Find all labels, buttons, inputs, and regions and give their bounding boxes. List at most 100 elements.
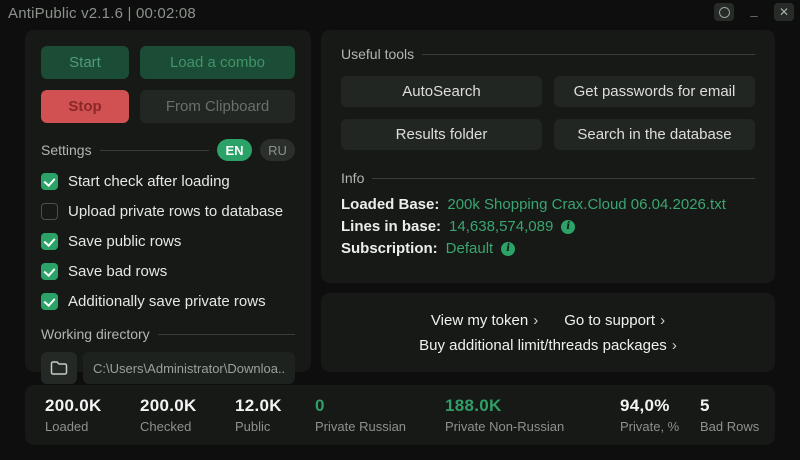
settings-label: Settings [41, 142, 92, 158]
folder-icon [50, 360, 68, 376]
divider [372, 178, 755, 179]
results-folder-button[interactable]: Results folder [341, 119, 542, 150]
working-directory-header: Working directory [41, 326, 295, 342]
links-row-2: Buy additional limit/threads packages › [419, 337, 677, 354]
info-header: Info [341, 170, 755, 186]
chevron-right-icon: › [533, 312, 538, 329]
checkbox-box[interactable] [41, 203, 58, 220]
app-title: AntiPublic v2.1.6 | 00:02:08 [8, 5, 196, 22]
settings-checkboxes: Start check after loading Upload private… [41, 173, 295, 310]
stat-private-non-russian: 188.0K Private Non-Russian [445, 396, 620, 434]
buy-packages-link[interactable]: Buy additional limit/threads packages › [419, 337, 677, 354]
stat-label: Private, % [620, 419, 700, 434]
stat-private-russian: 0 Private Russian [315, 396, 445, 434]
circle-button[interactable] [714, 3, 734, 21]
checkbox-box[interactable] [41, 293, 58, 310]
lines-in-base-value: 14,638,574,089 [449, 218, 553, 235]
divider [422, 54, 755, 55]
useful-tools-label: Useful tools [341, 46, 414, 62]
checkbox-upload-private-rows[interactable]: Upload private rows to database [41, 203, 295, 220]
start-button[interactable]: Start [41, 46, 129, 79]
minimize-icon: _ [750, 3, 757, 18]
lines-in-base-row: Lines in base: 14,638,574,089 i [341, 218, 755, 235]
checkbox-save-public-rows[interactable]: Save public rows [41, 233, 295, 250]
window-controls: _ ✕ [714, 3, 794, 21]
checkbox-label: Upload private rows to database [68, 203, 283, 220]
settings-header: Settings EN RU [41, 139, 295, 161]
stat-private-percent: 94,0% Private, % [620, 396, 700, 434]
control-panel: Start Load a combo Stop From Clipboard S… [25, 30, 311, 372]
checkbox-start-check-after-loading[interactable]: Start check after loading [41, 173, 295, 190]
stat-value: 200.0K [140, 396, 235, 416]
minimize-button[interactable]: _ [744, 3, 764, 21]
checkbox-box[interactable] [41, 173, 58, 190]
loaded-base-value: 200k Shopping Crax.Cloud 06.04.2026.txt [447, 196, 726, 213]
stat-label: Bad Rows [700, 419, 770, 434]
info-icon[interactable]: i [561, 220, 575, 234]
from-clipboard-button[interactable]: From Clipboard [140, 90, 295, 123]
autosearch-button[interactable]: AutoSearch [341, 76, 542, 107]
stat-label: Checked [140, 419, 235, 434]
subscription-row: Subscription: Default i [341, 240, 755, 257]
tool-buttons: AutoSearch Get passwords for email Resul… [341, 76, 755, 150]
subscription-value: Default [446, 240, 494, 257]
action-buttons: Start Load a combo Stop From Clipboard [41, 46, 295, 123]
stat-value: 200.0K [45, 396, 140, 416]
checkbox-label: Start check after loading [68, 173, 230, 190]
divider [158, 334, 295, 335]
stat-loaded: 200.0K Loaded [45, 396, 140, 434]
stats-bar: 200.0K Loaded 200.0K Checked 12.0K Publi… [25, 385, 775, 445]
stat-value: 12.0K [235, 396, 315, 416]
links-row-1: View my token › Go to support › [431, 312, 665, 329]
chevron-right-icon: › [672, 337, 677, 354]
view-my-token-link[interactable]: View my token › [431, 312, 538, 329]
load-combo-button[interactable]: Load a combo [140, 46, 295, 79]
chevron-right-icon: › [660, 312, 665, 329]
checkbox-additionally-save-private-rows[interactable]: Additionally save private rows [41, 293, 295, 310]
stat-label: Private Non-Russian [445, 419, 620, 434]
language-en-button[interactable]: EN [217, 139, 252, 161]
checkbox-box[interactable] [41, 263, 58, 280]
circle-icon [719, 7, 730, 18]
stat-checked: 200.0K Checked [140, 396, 235, 434]
checkbox-label: Additionally save private rows [68, 293, 266, 310]
checkbox-box[interactable] [41, 233, 58, 250]
working-directory-input[interactable] [83, 352, 295, 384]
stat-public: 12.0K Public [235, 396, 315, 434]
stat-label: Private Russian [315, 419, 445, 434]
close-icon: ✕ [779, 6, 789, 18]
stat-label: Public [235, 419, 315, 434]
lines-in-base-label: Lines in base: [341, 218, 441, 235]
browse-folder-button[interactable] [41, 352, 77, 384]
stat-label: Loaded [45, 419, 140, 434]
stat-value: 0 [315, 396, 445, 416]
stat-value: 5 [700, 396, 770, 416]
loaded-base-row: Loaded Base: 200k Shopping Crax.Cloud 06… [341, 196, 755, 213]
stat-value: 94,0% [620, 396, 700, 416]
links-panel: View my token › Go to support › Buy addi… [321, 293, 775, 372]
checkbox-save-bad-rows[interactable]: Save bad rows [41, 263, 295, 280]
stop-button[interactable]: Stop [41, 90, 129, 123]
divider [100, 150, 209, 151]
language-ru-button[interactable]: RU [260, 139, 295, 161]
search-database-button[interactable]: Search in the database [554, 119, 755, 150]
working-directory-label: Working directory [41, 326, 150, 342]
link-text: View my token [431, 312, 528, 329]
loaded-base-label: Loaded Base: [341, 196, 439, 213]
checkbox-label: Save public rows [68, 233, 181, 250]
get-passwords-button[interactable]: Get passwords for email [554, 76, 755, 107]
titlebar: AntiPublic v2.1.6 | 00:02:08 _ ✕ [0, 0, 800, 28]
link-text: Buy additional limit/threads packages [419, 337, 667, 354]
close-button[interactable]: ✕ [774, 3, 794, 21]
useful-tools-header: Useful tools [341, 46, 755, 62]
go-to-support-link[interactable]: Go to support › [564, 312, 665, 329]
info-rows: Loaded Base: 200k Shopping Crax.Cloud 06… [341, 196, 755, 257]
checkbox-label: Save bad rows [68, 263, 167, 280]
tools-info-panel: Useful tools AutoSearch Get passwords fo… [321, 30, 775, 283]
working-directory-row [41, 352, 295, 384]
info-icon[interactable]: i [501, 242, 515, 256]
subscription-label: Subscription: [341, 240, 438, 257]
info-label: Info [341, 170, 364, 186]
stat-bad-rows: 5 Bad Rows [700, 396, 770, 434]
stat-value: 188.0K [445, 396, 620, 416]
